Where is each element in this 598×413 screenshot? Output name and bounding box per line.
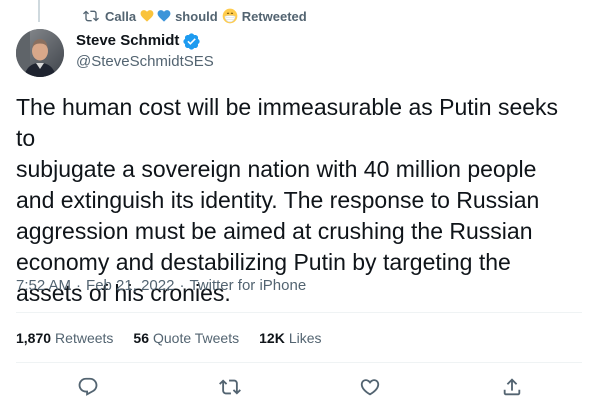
author-block: Steve Schmidt @SteveSchmidtSES bbox=[76, 31, 214, 72]
share-button[interactable] bbox=[500, 375, 524, 399]
likes-stat[interactable]: 12K Likes bbox=[259, 330, 321, 346]
engagement-stats: 1,870 Retweets 56 Quote Tweets 12K Likes bbox=[16, 330, 342, 346]
action-bar bbox=[0, 375, 598, 405]
retweet-button[interactable] bbox=[218, 375, 242, 399]
author-handle[interactable]: @SteveSchmidtSES bbox=[76, 52, 214, 72]
verified-badge-icon bbox=[182, 32, 201, 51]
retweeter-name-prefix: Calla bbox=[105, 8, 137, 24]
quote-tweets-stat[interactable]: 56 Quote Tweets bbox=[133, 330, 239, 346]
share-icon bbox=[501, 376, 523, 398]
like-icon bbox=[359, 376, 381, 398]
retweets-stat[interactable]: 1,870 Retweets bbox=[16, 330, 113, 346]
avatar[interactable] bbox=[16, 29, 64, 77]
thread-connector-line bbox=[38, 0, 40, 22]
likes-label: Likes bbox=[288, 330, 322, 346]
tweet-date[interactable]: Feb 21, 2022 bbox=[86, 277, 174, 294]
meta-separator: · bbox=[179, 277, 185, 294]
retweet-context-label: Retweeted bbox=[241, 8, 307, 24]
retweets-count: 1,870 bbox=[16, 330, 52, 346]
retweeter-name-suffix: should bbox=[175, 8, 218, 24]
author-name-text: Steve Schmidt bbox=[76, 32, 180, 49]
tweet-meta: 7:52 AM · Feb 21, 2022 · Twitter for iPh… bbox=[16, 277, 306, 294]
face-with-medical-mask-icon bbox=[222, 8, 238, 24]
quote-tweets-label: Quote Tweets bbox=[152, 330, 240, 346]
reply-button[interactable] bbox=[76, 375, 100, 399]
retweet-context[interactable]: Calla should Retweeted bbox=[83, 8, 307, 24]
like-button[interactable] bbox=[358, 375, 382, 399]
retweet-small-icon bbox=[83, 8, 99, 24]
divider bbox=[16, 362, 582, 363]
tweet-time[interactable]: 7:52 AM bbox=[16, 277, 71, 294]
tweet-source[interactable]: Twitter for iPhone bbox=[189, 277, 306, 294]
yellow-heart-icon bbox=[140, 9, 154, 23]
retweet-icon bbox=[219, 376, 241, 398]
quote-tweets-count: 56 bbox=[133, 330, 149, 346]
author-display-name[interactable]: Steve Schmidt bbox=[76, 31, 214, 51]
divider bbox=[16, 312, 582, 313]
reply-icon bbox=[77, 376, 99, 398]
likes-count: 12K bbox=[259, 330, 285, 346]
blue-heart-icon bbox=[157, 9, 171, 23]
retweets-label: Retweets bbox=[55, 330, 114, 346]
meta-separator: · bbox=[76, 277, 82, 294]
